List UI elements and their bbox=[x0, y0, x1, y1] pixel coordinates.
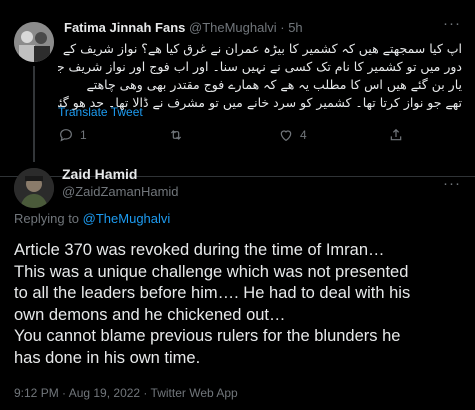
more-icon[interactable]: ··· bbox=[443, 175, 461, 192]
share-button[interactable] bbox=[388, 127, 410, 143]
text-line: You cannot blame previous rulers for the… bbox=[14, 327, 401, 345]
main-tweet-text: Article 370 was revoked during the time … bbox=[14, 240, 469, 369]
text-line: یار بن گئے ھیں اس کا مطلب یہ ھے کہ ھمارے… bbox=[86, 77, 462, 92]
retweet-button[interactable] bbox=[168, 127, 190, 143]
reply-tweet-text: اپ کیا سمجھتے ھیں کہ کشمیر کا بیڑہ عمران… bbox=[58, 40, 462, 112]
reply-icon bbox=[60, 129, 72, 142]
text-line: has done in his own time. bbox=[14, 348, 201, 367]
reply-author-name[interactable]: Fatima Jinnah Fans bbox=[64, 20, 185, 35]
text-line: to all the leaders before him…. He had t… bbox=[14, 284, 411, 302]
separator: · bbox=[276, 20, 289, 35]
text-line: اپ کیا سمجھتے ھیں کہ کشمیر کا بیڑہ عمران… bbox=[62, 41, 462, 56]
replying-prefix: Replying to bbox=[14, 211, 83, 226]
reply-author-line: Fatima Jinnah Fans @TheMughalvi · 5h bbox=[64, 20, 303, 35]
avatar[interactable] bbox=[14, 168, 54, 208]
like-button[interactable]: 4 bbox=[278, 127, 307, 143]
text-line: Article 370 was revoked during the time … bbox=[14, 241, 385, 259]
reply-actions: 1 4 bbox=[58, 127, 448, 151]
main-author-name[interactable]: Zaid Hamid bbox=[62, 166, 137, 182]
thread-line bbox=[33, 66, 35, 162]
reply-author-handle[interactable]: @TheMughalvi bbox=[189, 20, 277, 35]
translate-tweet-link[interactable]: Translate Tweet bbox=[58, 105, 143, 119]
tweet-meta[interactable]: 9:12 PM · Aug 19, 2022 · Twitter Web App bbox=[14, 386, 238, 400]
like-count: 4 bbox=[300, 128, 307, 142]
text-line: دور میں تو کشمیر کا نام تک کسی نے نہیں س… bbox=[58, 59, 462, 74]
reply-time[interactable]: 5h bbox=[288, 20, 302, 35]
retweet-icon bbox=[170, 130, 182, 140]
replying-mention-link[interactable]: @TheMughalvi bbox=[83, 211, 171, 226]
main-author-handle[interactable]: @ZaidZamanHamid bbox=[62, 184, 179, 199]
heart-icon bbox=[280, 130, 292, 142]
more-icon[interactable]: ··· bbox=[443, 15, 461, 32]
share-icon bbox=[390, 128, 402, 141]
text-line: own demons and he chickened out… bbox=[14, 305, 286, 324]
avatar-image bbox=[14, 22, 54, 62]
avatar[interactable] bbox=[14, 22, 54, 62]
reply-tweet[interactable]: Fatima Jinnah Fans @TheMughalvi · 5h ···… bbox=[0, 0, 475, 177]
text-line: This was a unique challenge which was no… bbox=[14, 262, 409, 281]
avatar-image bbox=[14, 168, 54, 208]
reply-button[interactable]: 1 bbox=[58, 127, 87, 143]
reply-count: 1 bbox=[80, 128, 87, 142]
replying-to: Replying to @TheMughalvi bbox=[14, 211, 170, 226]
